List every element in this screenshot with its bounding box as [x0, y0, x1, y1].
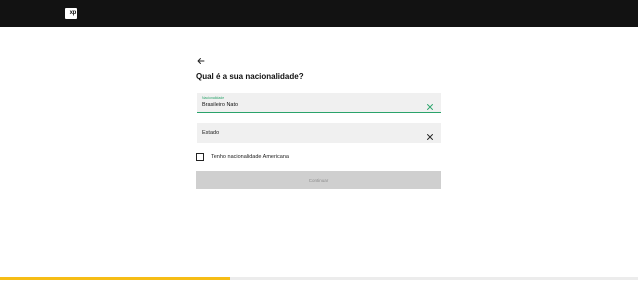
nationality-field[interactable]: Nacionalidade Brasileiro Nato [197, 93, 441, 113]
arrow-left-icon [197, 58, 205, 64]
xp-logo: xp [65, 8, 77, 19]
back-button[interactable] [196, 53, 206, 64]
nationality-value: Brasileiro Nato [202, 102, 239, 108]
continue-button[interactable]: Continuar [196, 171, 441, 189]
page-title: Qual é a sua nacionalidade? [196, 72, 304, 81]
nationality-label: Nacionalidade [202, 96, 225, 100]
state-field[interactable]: Estado [197, 123, 441, 143]
top-bar: xp [0, 0, 638, 27]
american-nationality-option[interactable]: Tenho nacionalidade Americana [196, 152, 289, 162]
close-icon [427, 104, 433, 110]
progress-fill [0, 277, 230, 280]
clear-state-button[interactable] [426, 128, 434, 140]
state-placeholder: Estado [202, 130, 220, 136]
progress-bar [0, 277, 638, 280]
american-nationality-label: Tenho nacionalidade Americana [211, 154, 289, 160]
clear-nationality-button[interactable] [426, 98, 434, 110]
american-nationality-checkbox[interactable] [196, 153, 204, 161]
close-icon [427, 134, 433, 140]
